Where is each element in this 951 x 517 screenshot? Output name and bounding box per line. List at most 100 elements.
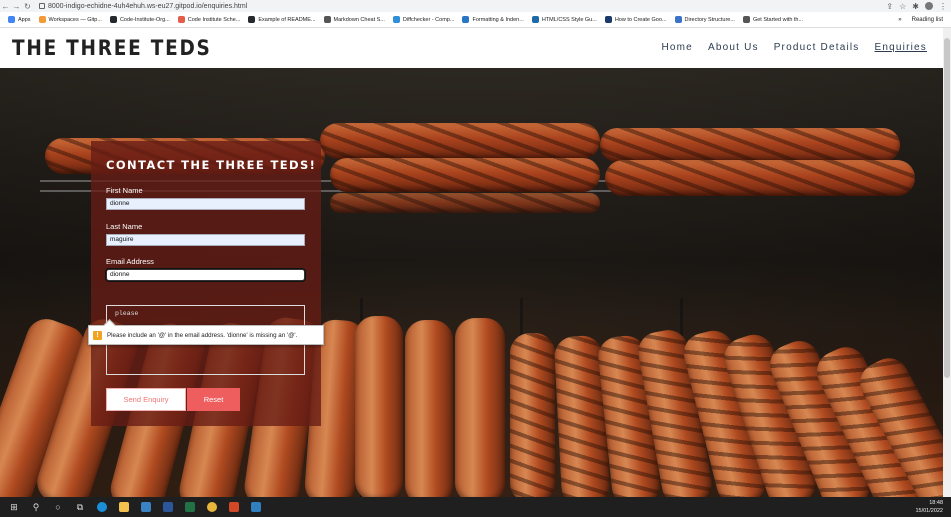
bookmark-item[interactable]: Workspaces — Gitp... [38, 16, 102, 23]
extensions-icon[interactable]: ✱ [912, 2, 919, 11]
page-viewport: THE THREE TEDS Home About Us Product Det… [0, 28, 943, 497]
scrollbar-thumb[interactable] [944, 38, 950, 378]
site-logo[interactable]: THE THREE TEDS [12, 36, 212, 60]
bookmark-label: Workspaces — Gitp... [48, 16, 102, 23]
star-icon[interactable]: ☆ [899, 2, 906, 11]
hotdog-image [320, 123, 600, 159]
bookmark-item[interactable]: Apps [8, 16, 31, 23]
file-explorer-icon[interactable] [116, 497, 132, 517]
send-enquiry-button[interactable]: Send Enquiry [106, 388, 186, 411]
profile-avatar[interactable] [925, 2, 933, 10]
reload-icon[interactable]: ↻ [22, 2, 33, 11]
word-icon[interactable] [160, 497, 176, 517]
bookmark-favicon-icon [531, 16, 539, 23]
bookmark-favicon-icon [392, 16, 400, 23]
clock-time: 18:48 [929, 500, 943, 506]
email-label: Email Address [106, 257, 154, 266]
chrome-icon[interactable] [204, 497, 220, 517]
bookmark-label: Markdown Cheat S... [333, 16, 385, 23]
bookmark-item[interactable]: HTML/CSS Style Gu... [531, 16, 597, 23]
system-clock[interactable]: 18:48 15/01/2022 [915, 499, 943, 515]
form-title: CONTACT THE THREE TEDS! [106, 158, 317, 172]
photos-icon[interactable] [248, 497, 264, 517]
windows-start-icon[interactable]: ⊞ [6, 497, 22, 517]
bookmark-favicon-icon [248, 16, 256, 23]
bookmark-item[interactable]: Code-Institute-Org... [109, 16, 170, 23]
first-name-label: First Name [106, 186, 143, 195]
back-icon[interactable]: ← [0, 2, 11, 11]
bookmarks-more[interactable]: » [898, 17, 901, 23]
nav-home[interactable]: Home [661, 42, 692, 53]
sausage-image [405, 320, 453, 497]
bookmark-item[interactable]: Markdown Cheat S... [323, 16, 385, 23]
bookmark-favicon-icon [674, 16, 682, 23]
excel-icon[interactable] [182, 497, 198, 517]
lock-icon[interactable] [39, 3, 45, 9]
mail-icon[interactable] [138, 497, 154, 517]
share-icon[interactable]: ⇪ [886, 2, 893, 11]
bookmark-label: Directory Structure... [684, 16, 735, 23]
bookmark-favicon-icon [8, 16, 15, 23]
bookmarks-bar: Apps Workspaces — Gitp... Code-Institute-O… [0, 12, 951, 28]
bookmark-label: Get Started with th... [752, 16, 804, 23]
reading-list-button[interactable]: Reading list [912, 17, 943, 23]
clock-date: 15/01/2022 [915, 508, 943, 514]
bookmark-favicon-icon [38, 16, 46, 23]
bookmark-label: Example of README... [258, 16, 316, 23]
email-field[interactable]: dionne [105, 268, 306, 282]
menu-icon[interactable]: ⋮ [939, 2, 947, 11]
hotdog-image [600, 128, 900, 162]
bookmark-favicon-icon [109, 16, 117, 23]
nav-enquiries[interactable]: Enquiries [875, 42, 928, 53]
nav-product-details[interactable]: Product Details [774, 42, 860, 53]
windows-taskbar: ⊞ ⚲ ○ ⧉ 18:48 15/01/2022 [0, 497, 951, 517]
validation-message: Please include an '@' in the email addre… [107, 331, 298, 339]
address-bar[interactable]: 8000-indigo-echidne-4uh4ehuh.ws-eu27.git… [48, 3, 247, 10]
first-name-field[interactable]: dionne [106, 198, 305, 210]
browser-url-bar: ← → ↻ 8000-indigo-echidne-4uh4ehuh.ws-eu… [0, 0, 951, 12]
bookmark-item[interactable]: Directory Structure... [674, 16, 735, 23]
bookmark-favicon-icon [742, 16, 750, 23]
hotdog-image [605, 160, 915, 196]
last-name-field[interactable]: maguire [106, 234, 305, 246]
bookmark-item[interactable]: Get Started with th... [742, 16, 804, 23]
search-icon[interactable]: ⚲ [28, 497, 44, 517]
bookmark-label: Code-Institute-Org... [119, 16, 170, 23]
bookmark-favicon-icon [462, 16, 470, 23]
validation-tooltip: ! Please include an '@' in the email add… [88, 325, 324, 345]
sausage-image [355, 316, 403, 497]
edge-icon[interactable] [94, 497, 110, 517]
bookmark-favicon-icon [177, 16, 185, 23]
bookmark-item[interactable]: Diffchecker - Comp... [392, 16, 455, 23]
warning-icon: ! [93, 330, 102, 340]
sausage-image [510, 333, 555, 497]
hotdog-image [330, 158, 600, 192]
hero-grill-image: CONTACT THE THREE TEDS! First Name dionn… [0, 68, 943, 497]
main-nav: Home About Us Product Details Enquiries [661, 42, 927, 53]
hotdog-image [330, 193, 600, 213]
bookmark-item[interactable]: Example of README... [248, 16, 316, 23]
bookmark-label: Code Institute Sche... [187, 16, 241, 23]
bookmark-item[interactable]: How to Create Goo... [604, 16, 667, 23]
cortana-icon[interactable]: ○ [50, 497, 66, 517]
bookmark-favicon-icon [604, 16, 612, 23]
page-scrollbar[interactable] [943, 28, 951, 497]
task-view-icon[interactable]: ⧉ [72, 497, 88, 517]
bookmark-item[interactable]: Formatting & Inden... [462, 16, 524, 23]
bookmark-label: Formatting & Inden... [472, 16, 524, 23]
bookmark-label: Diffchecker - Comp... [402, 16, 455, 23]
reset-button[interactable]: Reset [187, 388, 240, 411]
sausage-image [455, 318, 505, 497]
bookmark-label: HTML/CSS Style Gu... [541, 16, 597, 23]
forward-icon[interactable]: → [11, 2, 22, 11]
site-header: THE THREE TEDS Home About Us Product Det… [0, 28, 943, 68]
last-name-label: Last Name [106, 222, 143, 231]
bookmark-label: Apps [18, 16, 31, 23]
powerpoint-icon[interactable] [226, 497, 242, 517]
bookmark-favicon-icon [323, 16, 331, 23]
enquiry-form: CONTACT THE THREE TEDS! First Name dionn… [91, 141, 321, 426]
bookmarks-right: » Reading list [898, 12, 943, 28]
bookmark-label: How to Create Goo... [614, 16, 667, 23]
nav-about-us[interactable]: About Us [708, 42, 759, 53]
bookmark-item[interactable]: Code Institute Sche... [177, 16, 241, 23]
